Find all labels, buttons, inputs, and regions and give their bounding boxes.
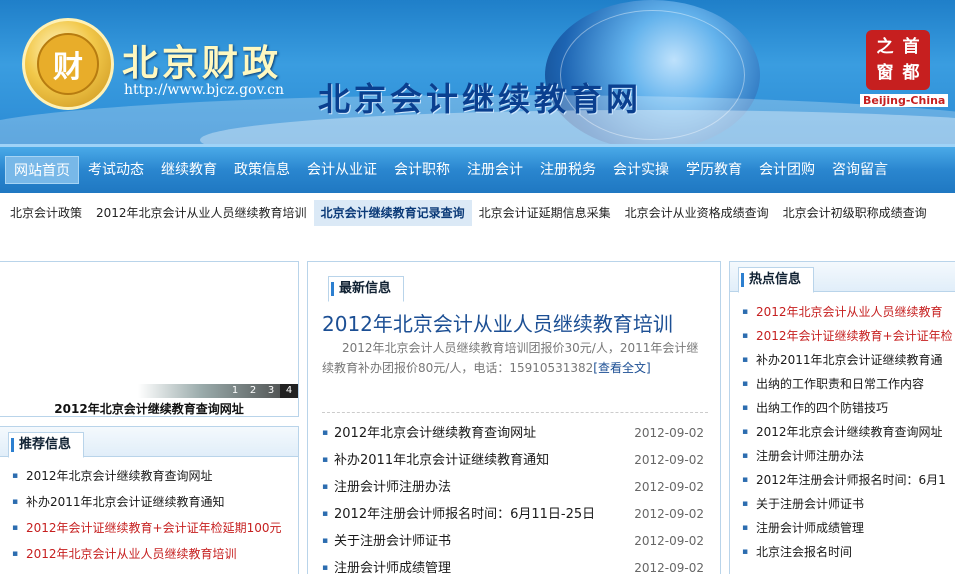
list-item[interactable]: 注册会计师注册办法: [742, 444, 955, 468]
list-item-title[interactable]: 注册会计师成绩管理: [334, 561, 451, 574]
latest-title: 最新信息: [328, 276, 405, 302]
sub-nav-item[interactable]: 北京会计从业资格成绩查询: [618, 200, 776, 226]
list-item[interactable]: 补办2011年北京会计证继续教育通知 2012-09-02: [322, 447, 708, 474]
list-item[interactable]: 2012年北京会计从业人员继续教育: [742, 300, 955, 324]
list-item-date: 2012-09-02: [634, 453, 704, 467]
capital-window-seal-icon: 之 首 窗 都: [866, 30, 930, 90]
list-item[interactable]: 2012年北京会计从业人员继续教育培训: [12, 541, 298, 567]
main-nav-item[interactable]: 会计团购: [751, 156, 823, 184]
recommend-box: 推荐信息 2012年北京会计继续教育查询网址补办2011年北京会计证继续教育通知…: [0, 426, 299, 574]
seal-char: 窗: [876, 63, 894, 83]
headline-summary: 2012年北京会计人员继续教育培训团报价30元/人，2011年会计继续教育补办团…: [322, 338, 710, 378]
list-item[interactable]: 关于注册会计师证书: [742, 492, 955, 516]
recommend-header: 推荐信息: [0, 427, 298, 458]
list-item[interactable]: 2012年注册会计师报名时间：6月11日-25日 2012-09-02: [322, 501, 708, 528]
image-slideshow[interactable]: 1234 2012年北京会计继续教育查询网址: [0, 261, 299, 417]
main-nav-item[interactable]: 会计实操: [605, 156, 677, 184]
main-nav-item[interactable]: 考试动态: [80, 156, 152, 184]
brand-title: 北京财政: [122, 42, 283, 84]
main-nav-item[interactable]: 会计从业证: [299, 156, 385, 184]
list-item[interactable]: 2012年会计证继续教育+会计证年检: [742, 324, 955, 348]
headline-link[interactable]: 2012年北京会计从业人员继续教育培训: [322, 308, 673, 337]
list-item[interactable]: 注册会计师注册办法 2012-09-02: [322, 474, 708, 501]
list-item-date: 2012-09-02: [634, 426, 704, 440]
sub-nav-item[interactable]: 2012年北京会计从业人员继续教育培训: [89, 200, 314, 226]
list-item[interactable]: 注册会计师成绩管理 2012-09-02: [322, 555, 708, 574]
list-item-title[interactable]: 补办2011年北京会计证继续教育通知: [334, 453, 549, 468]
hot-box: 热点信息 2012年北京会计从业人员继续教育2012年会计证继续教育+会计证年检…: [729, 261, 955, 574]
slide-page-button[interactable]: 1: [226, 384, 244, 398]
recommend-title: 推荐信息: [8, 432, 85, 458]
list-item-title[interactable]: 2012年注册会计师报名时间：6月11日-25日: [334, 507, 595, 522]
main-nav-item[interactable]: 政策信息: [226, 156, 298, 184]
list-item[interactable]: 补办2011年北京会计证继续教育通: [742, 348, 955, 372]
list-item[interactable]: 补办2011年北京会计证继续教育通知: [12, 489, 298, 515]
sub-nav-item[interactable]: 北京会计证延期信息采集: [472, 200, 618, 226]
slide-page-button[interactable]: 2: [244, 384, 262, 398]
list-item-date: 2012-09-02: [634, 561, 704, 574]
main-nav-item[interactable]: 注册会计: [459, 156, 531, 184]
seal-char: 首: [902, 37, 920, 57]
seal-caption: Beijing-China: [860, 94, 949, 107]
read-more-link[interactable]: [查看全文]: [593, 361, 650, 375]
latest-header: 最新信息: [308, 262, 720, 302]
hot-title: 热点信息: [738, 267, 815, 293]
site-banner: 财 北京财政 http://www.bjcz.gov.cn 北京会计继续教育网 …: [0, 0, 955, 144]
sub-nav-list: 北京会计政策 2012年北京会计从业人员继续教育培训 北京会计继续教育记录查询 北京会…: [0, 197, 955, 229]
list-item[interactable]: 2012年会计证继续教育+会计证年检延期100元: [12, 515, 298, 541]
main-nav-item[interactable]: 咨询留言: [824, 156, 896, 184]
main-nav-item[interactable]: 注册税务: [532, 156, 604, 184]
list-item-date: 2012-09-02: [634, 480, 704, 494]
finance-logo-icon[interactable]: 财: [22, 18, 114, 110]
divider: [322, 412, 708, 413]
latest-list: 2012年北京会计继续教育查询网址2012-09-02补办2011年北京会计证继…: [322, 420, 708, 574]
logo-char: 财: [37, 33, 99, 95]
list-item-title[interactable]: 2012年北京会计继续教育查询网址: [334, 426, 536, 441]
list-item-date: 2012-09-02: [634, 507, 704, 521]
list-item[interactable]: 2012年北京会计继续教育查询网址 2012-09-02: [322, 420, 708, 447]
main-nav-item[interactable]: 会计职称: [386, 156, 458, 184]
main-nav-item[interactable]: 网站首页: [5, 156, 79, 184]
site-title: 北京会计继续教育网: [318, 80, 643, 118]
recommend-list: 2012年北京会计继续教育查询网址补办2011年北京会计证继续教育通知2012年…: [0, 457, 298, 567]
list-item[interactable]: 注册会计师成绩管理: [742, 516, 955, 540]
seal-char: 都: [902, 63, 920, 83]
hot-header: 热点信息: [730, 262, 955, 293]
list-item[interactable]: 2012年北京会计继续教育查询网址: [742, 420, 955, 444]
list-item[interactable]: 关于注册会计师证书 2012-09-02: [322, 528, 708, 555]
main-nav-list: 网站首页 考试动态 继续教育 政策信息 会计从业证 会计职称 注册会计 注册税务 会计实操 学历教…: [0, 147, 955, 193]
brand-url: http://www.bjcz.gov.cn: [124, 82, 285, 98]
list-item[interactable]: 2012年北京会计继续教育查询网址: [12, 463, 298, 489]
list-item[interactable]: 出纳的工作职责和日常工作内容: [742, 372, 955, 396]
slide-page-button[interactable]: 3: [262, 384, 280, 398]
list-item[interactable]: 北京注会报名时间: [742, 540, 955, 564]
sub-nav-item[interactable]: 北京会计政策: [3, 200, 89, 226]
seal-char: 之: [876, 37, 894, 57]
slide-caption[interactable]: 2012年北京会计继续教育查询网址: [0, 400, 298, 417]
list-item-title[interactable]: 关于注册会计师证书: [334, 534, 451, 549]
hot-list: 2012年北京会计从业人员继续教育2012年会计证继续教育+会计证年检补办201…: [730, 292, 955, 564]
list-item[interactable]: 2012年注册会计师报名时间：6月1: [742, 468, 955, 492]
sub-nav-item[interactable]: 北京会计继续教育记录查询: [313, 200, 472, 226]
list-item-date: 2012-09-02: [634, 534, 704, 548]
slide-pager: 1234: [138, 384, 298, 398]
latest-box: 最新信息 2012年北京会计从业人员继续教育培训 2012年北京会计人员继续教育…: [307, 261, 721, 574]
list-item-title[interactable]: 注册会计师注册办法: [334, 480, 451, 495]
sub-nav: 北京会计政策 2012年北京会计从业人员继续教育培训 北京会计继续教育记录查询 北京会…: [0, 197, 955, 229]
main-nav-item[interactable]: 继续教育: [153, 156, 225, 184]
main-nav: 网站首页 考试动态 继续教育 政策信息 会计从业证 会计职称 注册会计 注册税务 会计实操 学历教…: [0, 144, 955, 193]
slide-page-button[interactable]: 4: [280, 384, 298, 398]
sub-nav-item[interactable]: 北京会计初级职称成绩查询: [776, 200, 934, 226]
main-nav-item[interactable]: 学历教育: [678, 156, 750, 184]
list-item[interactable]: 出纳工作的四个防错技巧: [742, 396, 955, 420]
